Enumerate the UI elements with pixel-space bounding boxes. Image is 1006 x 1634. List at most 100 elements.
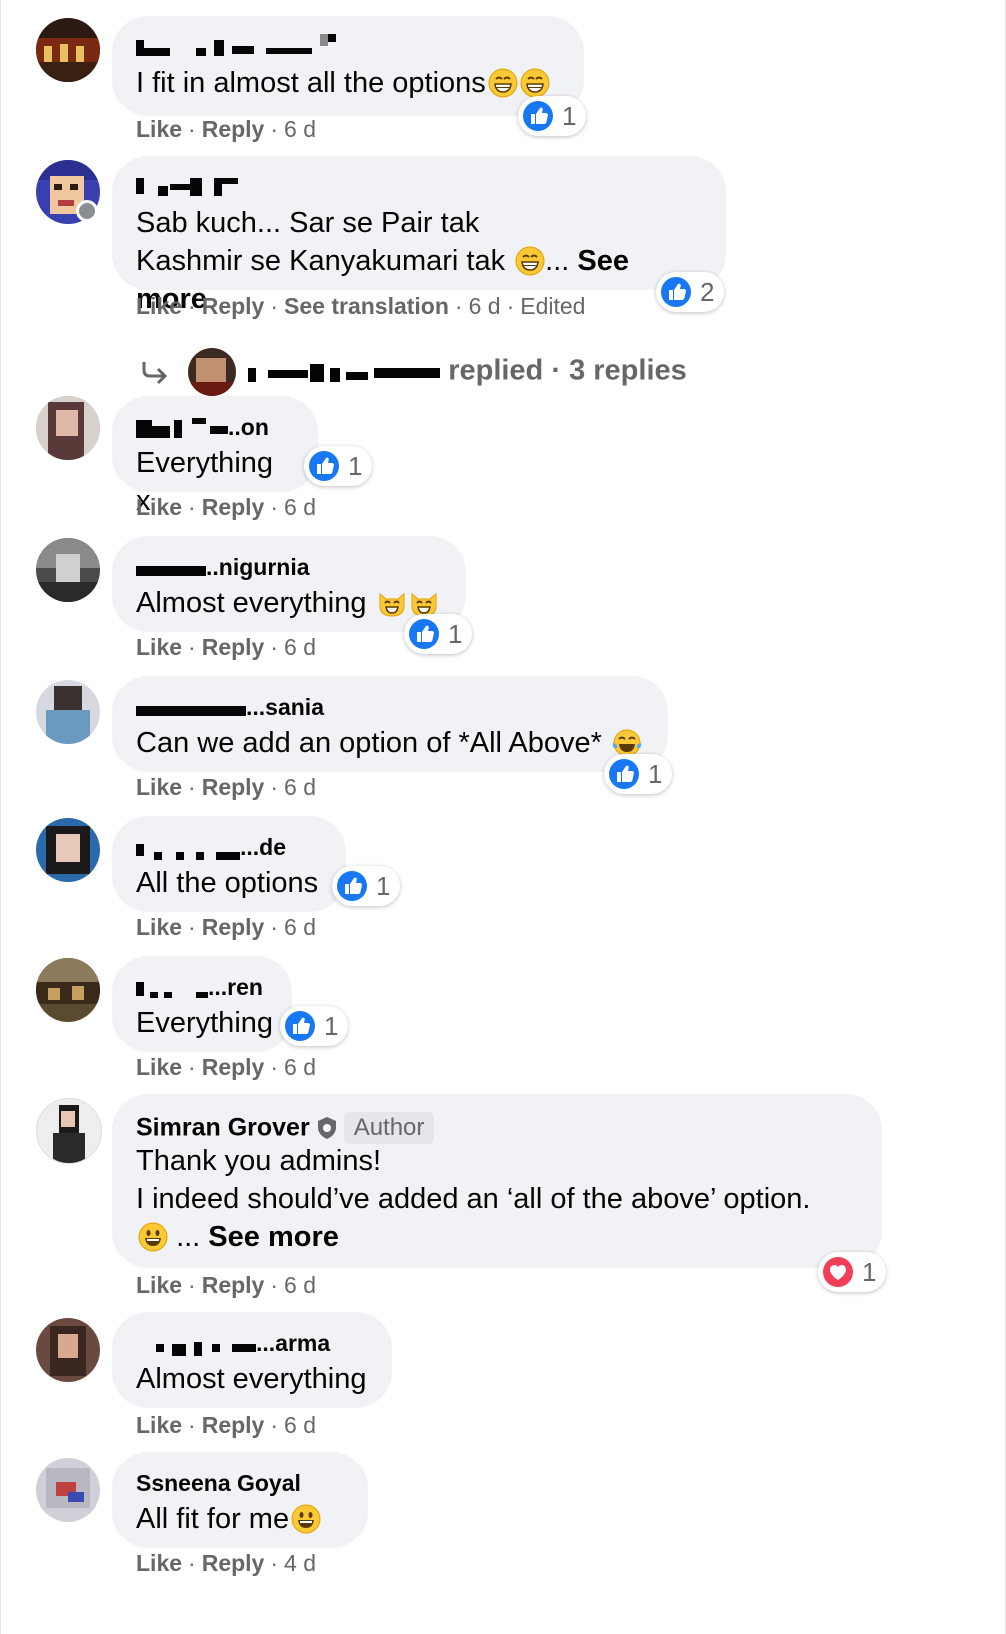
author-name-redacted[interactable]: ...ren	[136, 974, 268, 1004]
grinning-emoji-icon	[138, 1222, 168, 1252]
author-badge: Author	[343, 1112, 435, 1144]
comment-actions: Like · Reply · 4 d	[136, 1550, 316, 1576]
replier-name-redacted	[248, 360, 441, 384]
comment-text-line: I indeed should’ve added an ‘all of the …	[136, 1183, 811, 1215]
like-link[interactable]: Like	[136, 494, 182, 520]
like-reaction-icon	[522, 100, 554, 132]
author-name[interactable]: Ssneena Goyal	[136, 1470, 344, 1500]
reaction-count[interactable]: 1	[404, 614, 473, 654]
like-link[interactable]: Like	[136, 293, 182, 319]
timestamp[interactable]: 6 d	[284, 634, 316, 660]
like-link[interactable]: Like	[136, 634, 182, 660]
like-reaction-icon	[408, 618, 440, 650]
view-replies[interactable]: replied · 3 replies	[140, 348, 687, 396]
like-link[interactable]: Like	[136, 774, 182, 800]
comment-text: Everything	[136, 1007, 274, 1039]
comment-text: I fit in almost all the options	[136, 64, 560, 102]
like-link[interactable]: Like	[136, 116, 182, 142]
avatar[interactable]	[36, 1098, 102, 1164]
reply-link[interactable]: Reply	[202, 1272, 265, 1298]
timestamp[interactable]: 4 d	[284, 1550, 316, 1576]
avatar[interactable]	[36, 680, 100, 744]
comment-actions: Like · Reply · 6 d	[136, 914, 316, 940]
avatar[interactable]	[36, 818, 100, 882]
like-link[interactable]: Like	[136, 1550, 182, 1576]
like-link[interactable]: Like	[136, 1054, 182, 1080]
comment-bubble: ...de All the options	[112, 816, 346, 912]
reaction-count[interactable]: 1	[604, 754, 673, 794]
author-name-redacted[interactable]	[136, 174, 702, 204]
cat-grin-emoji-icon	[377, 588, 407, 618]
comment-text: All fit for me	[136, 1500, 344, 1538]
comment-bubble: Simran Grover Author Thank you admins! I …	[112, 1094, 882, 1268]
reaction-count[interactable]: 1	[280, 1006, 349, 1046]
like-reaction-icon	[308, 450, 340, 482]
reaction-number: 1	[648, 758, 663, 789]
comment-actions: Like · Reply · 6 d	[136, 774, 316, 800]
reply-link[interactable]: Reply	[202, 116, 265, 142]
grin-emoji-icon	[520, 68, 550, 98]
comment-actions: Like · Reply · 6 d	[136, 1054, 316, 1080]
like-link[interactable]: Like	[136, 1412, 182, 1438]
timestamp[interactable]: 6 d	[284, 1272, 316, 1298]
comment-actions: Like · Reply · 6 d	[136, 494, 316, 520]
reply-link[interactable]: Reply	[202, 1550, 265, 1576]
author-name-redacted[interactable]: ...arma	[136, 1330, 368, 1360]
reaction-number: 2	[700, 276, 715, 307]
like-reaction-icon	[608, 758, 640, 790]
timestamp[interactable]: 6 d	[284, 1054, 316, 1080]
like-link[interactable]: Like	[136, 1272, 182, 1298]
avatar[interactable]	[36, 1318, 100, 1382]
comment-text: Almost everything	[136, 584, 442, 622]
comment-text: Almost everything	[136, 1363, 367, 1395]
comment-text-line: Sab kuch... Sar se Pair tak	[136, 207, 480, 239]
replied-label: replied	[448, 354, 544, 387]
author-name-redacted[interactable]: ...de	[136, 834, 322, 864]
timestamp[interactable]: 6 d	[284, 494, 316, 520]
timestamp[interactable]: 6 d	[284, 774, 316, 800]
replier-avatar	[188, 348, 237, 396]
reaction-count[interactable]: 1	[518, 96, 587, 136]
avatar[interactable]	[36, 1458, 100, 1522]
author-name-redacted[interactable]: ..on	[136, 414, 294, 444]
reply-link[interactable]: Reply	[202, 634, 265, 660]
author-name[interactable]: Simran Grover	[136, 1114, 310, 1142]
author-row: Simran Grover Author	[136, 1112, 858, 1144]
reply-link[interactable]: Reply	[202, 494, 265, 520]
comment-bubble: Sab kuch... Sar se Pair tak Kashmir se K…	[112, 156, 726, 315]
grin-emoji-icon	[488, 68, 518, 98]
like-link[interactable]: Like	[136, 914, 182, 940]
reaction-count[interactable]: 2	[656, 272, 725, 312]
comment-text-line: Thank you admins!	[136, 1145, 382, 1177]
reaction-count[interactable]: 1	[332, 866, 401, 906]
replies-count[interactable]: 3 replies	[569, 355, 687, 387]
comment-text: All the options	[136, 867, 319, 899]
reaction-count[interactable]: 1	[304, 446, 373, 486]
reaction-number: 1	[448, 618, 463, 649]
timestamp[interactable]: 6 d	[469, 293, 501, 319]
reply-link[interactable]: Reply	[202, 293, 265, 319]
avatar[interactable]	[36, 18, 100, 82]
avatar[interactable]	[36, 538, 100, 602]
shield-icon	[317, 1117, 336, 1139]
see-translation-link[interactable]: See translation	[284, 293, 449, 319]
reply-link[interactable]: Reply	[202, 774, 265, 800]
edited-label: Edited	[520, 293, 586, 319]
timestamp[interactable]: 6 d	[284, 1412, 316, 1438]
author-name-redacted[interactable]: ..nigurnia	[136, 554, 442, 584]
author-name-redacted[interactable]	[136, 34, 560, 64]
timestamp[interactable]: 6 d	[284, 914, 316, 940]
reply-link[interactable]: Reply	[202, 1054, 265, 1080]
grinning-emoji-icon	[291, 1504, 321, 1534]
comment-bubble: I fit in almost all the options	[112, 16, 584, 116]
timestamp[interactable]: 6 d	[284, 116, 316, 142]
avatar[interactable]	[36, 396, 100, 460]
online-status-icon	[76, 200, 98, 222]
reply-link[interactable]: Reply	[202, 1412, 265, 1438]
see-more-link[interactable]: See more	[208, 1221, 339, 1253]
reaction-count[interactable]: 1	[818, 1252, 887, 1292]
comment-actions: Like · Reply · 6 d	[136, 1412, 316, 1438]
author-name-redacted[interactable]: ...sania	[136, 694, 644, 724]
avatar[interactable]	[36, 958, 100, 1022]
reply-link[interactable]: Reply	[202, 914, 265, 940]
